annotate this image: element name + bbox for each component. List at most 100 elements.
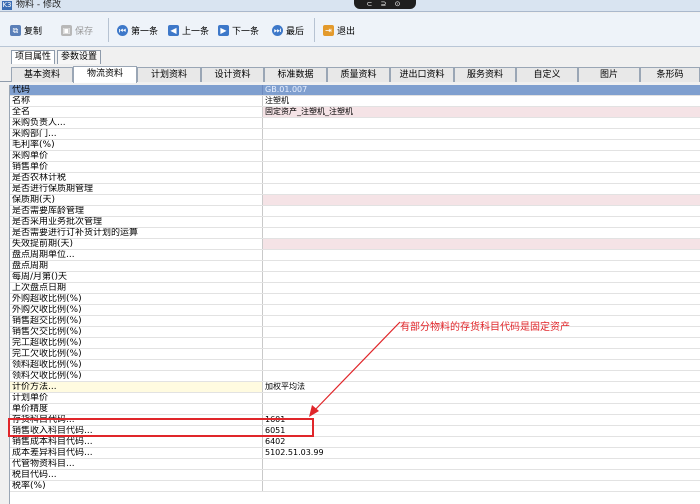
field-value[interactable] bbox=[263, 360, 700, 370]
tab-import-export[interactable]: 进出口资料 bbox=[390, 67, 454, 82]
field-value[interactable] bbox=[263, 349, 700, 359]
field-value[interactable] bbox=[263, 481, 700, 491]
tab-planning[interactable]: 计划资料 bbox=[137, 67, 201, 82]
grid-row[interactable]: 领料超收比例(%) bbox=[10, 360, 700, 371]
grid-row[interactable]: 销售单价 bbox=[10, 162, 700, 173]
subtab-properties[interactable]: 项目属性 bbox=[11, 50, 56, 64]
field-value[interactable] bbox=[263, 393, 700, 403]
grid-row[interactable]: 成本差异科目代码... 5102.51.03.99 bbox=[10, 448, 700, 459]
field-value[interactable] bbox=[263, 371, 700, 381]
grid-row[interactable]: 盘点周期 bbox=[10, 261, 700, 272]
field-value[interactable] bbox=[263, 261, 700, 271]
field-value[interactable] bbox=[263, 151, 700, 161]
field-value[interactable] bbox=[263, 294, 700, 304]
field-value[interactable] bbox=[263, 459, 700, 469]
exit-button[interactable]: ⇥ 退出 bbox=[323, 21, 355, 39]
field-value[interactable] bbox=[263, 404, 700, 414]
grid-row[interactable]: 失效提前期(天) bbox=[10, 239, 700, 250]
grid-row[interactable]: 计划单价 bbox=[10, 393, 700, 404]
field-value[interactable] bbox=[263, 272, 700, 282]
grid-row[interactable]: 完工超收比例(%) bbox=[10, 338, 700, 349]
field-value[interactable]: 6402 bbox=[263, 437, 700, 447]
toolbar-separator bbox=[314, 18, 315, 42]
grid-row[interactable]: 单价精度 bbox=[10, 404, 700, 415]
grid-row[interactable]: 销售超交比例(%) bbox=[10, 316, 700, 327]
grid-row[interactable]: 是否进行保质期管理 bbox=[10, 184, 700, 195]
field-value[interactable] bbox=[263, 305, 700, 315]
field-label: 销售欠交比例(%) bbox=[10, 327, 263, 337]
grid-row[interactable]: 完工欠收比例(%) bbox=[10, 349, 700, 360]
field-value[interactable]: 1601 bbox=[263, 415, 700, 425]
grid-row[interactable]: 计价方法... 加权平均法 bbox=[10, 382, 700, 393]
field-label: 领料欠收比例(%) bbox=[10, 371, 263, 381]
grid-row[interactable]: 外购欠收比例(%) bbox=[10, 305, 700, 316]
grid-row[interactable]: 采购单价 bbox=[10, 151, 700, 162]
grid-row[interactable]: 销售欠交比例(%) bbox=[10, 327, 700, 338]
field-value[interactable] bbox=[263, 338, 700, 348]
field-value[interactable] bbox=[263, 184, 700, 194]
tab-quality[interactable]: 质量资料 bbox=[327, 67, 390, 82]
field-label: 失效提前期(天) bbox=[10, 239, 263, 249]
copy-button[interactable]: ⧉ 复制 bbox=[10, 21, 42, 39]
grid-row[interactable]: 税目代码... bbox=[10, 470, 700, 481]
grid-row[interactable]: 是否农林计税 bbox=[10, 173, 700, 184]
first-label: 第一条 bbox=[131, 26, 159, 37]
first-record-button[interactable]: ⏮ 第一条 bbox=[117, 21, 158, 39]
field-value[interactable] bbox=[263, 470, 700, 480]
field-value[interactable] bbox=[263, 118, 700, 128]
grid-row[interactable]: 领料欠收比例(%) bbox=[10, 371, 700, 382]
grid-row[interactable]: 上次盘点日期 bbox=[10, 283, 700, 294]
field-value[interactable]: 加权平均法 bbox=[263, 382, 700, 392]
window-controls[interactable]: ⊂ ⊇ ⊙ bbox=[354, 0, 416, 9]
grid-row[interactable]: 外购超收比例(%) bbox=[10, 294, 700, 305]
field-value[interactable] bbox=[263, 239, 700, 249]
grid-row[interactable]: 是否需要库龄管理 bbox=[10, 206, 700, 217]
tab-design[interactable]: 设计资料 bbox=[201, 67, 264, 82]
first-icon: ⏮ bbox=[117, 24, 128, 36]
grid-row[interactable]: 销售成本科目代码... 6402 bbox=[10, 437, 700, 448]
prev-record-button[interactable]: ◀ 上一条 bbox=[168, 21, 209, 39]
field-value[interactable] bbox=[263, 283, 700, 293]
tab-basic[interactable]: 基本资料 bbox=[11, 67, 73, 82]
grid-row[interactable]: 是否采用业务批次管理✓ bbox=[10, 217, 700, 228]
tab-image[interactable]: 图片 bbox=[578, 67, 640, 82]
tab-custom[interactable]: 自定义 bbox=[516, 67, 578, 82]
field-value[interactable] bbox=[263, 162, 700, 172]
grid-row[interactable]: 代码 GB.01.007 bbox=[10, 85, 700, 96]
field-label: 代管物资科目... bbox=[10, 459, 263, 469]
tab-bar: 基本资料 物流资料 计划资料 设计资料 标准数据 质量资料 进出口资料 服务资料… bbox=[0, 65, 700, 83]
field-value[interactable]: 注塑机 bbox=[263, 96, 700, 106]
grid-row[interactable]: 毛利率(%) bbox=[10, 140, 700, 151]
field-value[interactable] bbox=[263, 129, 700, 139]
field-value[interactable] bbox=[263, 173, 700, 183]
grid-row[interactable]: 采购部门... bbox=[10, 129, 700, 140]
grid-row[interactable]: 盘点周期单位... bbox=[10, 250, 700, 261]
field-value[interactable]: 固定资产_注塑机_注塑机 bbox=[263, 107, 700, 117]
tab-logistics[interactable]: 物流资料 bbox=[73, 66, 137, 83]
tab-barcode[interactable]: 条形码 bbox=[640, 67, 700, 82]
grid-row[interactable]: 税率(%) bbox=[10, 481, 700, 492]
field-value[interactable] bbox=[263, 195, 700, 205]
grid-row[interactable]: 每周/月第()天 bbox=[10, 272, 700, 283]
last-record-button[interactable]: ⏭ 最后 bbox=[272, 21, 304, 39]
field-value[interactable]: GB.01.007 bbox=[263, 85, 700, 95]
field-value[interactable]: 6051 bbox=[263, 426, 700, 436]
grid-row[interactable]: 全名 固定资产_注塑机_注塑机 bbox=[10, 107, 700, 118]
grid-row[interactable]: 采购负责人... bbox=[10, 118, 700, 129]
field-value[interactable] bbox=[263, 140, 700, 150]
save-button[interactable]: ▣ 保存 bbox=[61, 21, 93, 39]
subtab-params[interactable]: 参数设置 bbox=[57, 50, 102, 64]
field-value[interactable] bbox=[263, 228, 700, 238]
next-record-button[interactable]: ▶ 下一条 bbox=[218, 21, 259, 39]
tab-service[interactable]: 服务资料 bbox=[454, 67, 516, 82]
grid-row[interactable]: 代管物资科目... bbox=[10, 459, 700, 470]
grid-row[interactable]: 是否需要进行订补货计划的运算 bbox=[10, 228, 700, 239]
tab-standard[interactable]: 标准数据 bbox=[264, 67, 327, 82]
field-value[interactable]: 5102.51.03.99 bbox=[263, 448, 700, 458]
field-value[interactable] bbox=[263, 206, 700, 216]
field-value[interactable] bbox=[263, 250, 700, 260]
grid-row[interactable]: 名称 注塑机 bbox=[10, 96, 700, 107]
property-grid: 代码 GB.01.007 名称 注塑机 全名 固定资产_注塑机_注塑机 采购负责人... 采购… bbox=[9, 85, 700, 504]
field-value[interactable]: ✓ bbox=[263, 217, 700, 227]
grid-row[interactable]: 保质期(天) bbox=[10, 195, 700, 206]
